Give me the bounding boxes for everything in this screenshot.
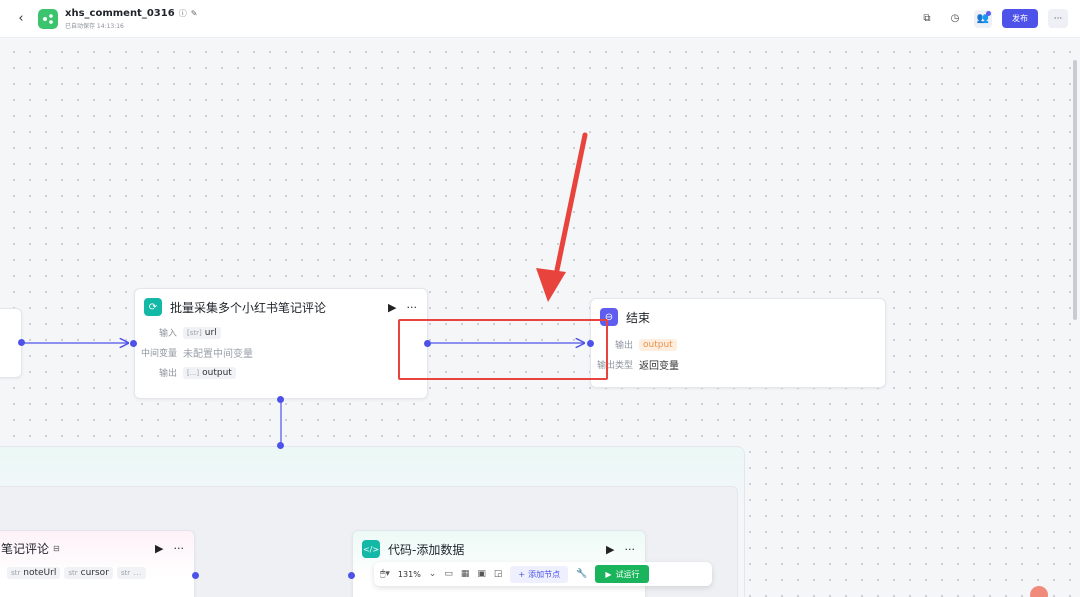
code-icon: </> xyxy=(362,540,380,558)
input-row: 输入 [str] url xyxy=(135,326,427,339)
back-icon[interactable]: ‹ xyxy=(10,8,32,30)
play-icon[interactable]: ▶ xyxy=(155,542,163,555)
minimap-icon[interactable]: ◲ xyxy=(494,569,503,579)
test-run-button[interactable]: ▶ 试运行 xyxy=(595,565,650,583)
end-node[interactable]: ⊖ 结束 输出 output 输出类型 返回变量 xyxy=(590,298,886,388)
bottom-toolbar: 🖱▾ 131% ⌄ ▭ ▦ ▣ ◲ + 添加节点 🔧 ▶ 试运行 xyxy=(374,562,712,586)
more-options-icon[interactable]: ··· xyxy=(1048,9,1068,28)
image-icon[interactable]: ▣ xyxy=(477,569,486,579)
add-node-label: 添加节点 xyxy=(528,569,561,579)
port-loop-in[interactable] xyxy=(130,340,137,347)
end-type-value: 返回变量 xyxy=(639,361,679,372)
test-run-label: 试运行 xyxy=(615,569,640,579)
badge-icon: ⊟ xyxy=(53,544,60,553)
input-tag: [str] url xyxy=(183,326,221,339)
chevron-down-icon[interactable]: ⌄ xyxy=(429,569,437,579)
copy-icon[interactable]: ⧉ xyxy=(918,10,936,28)
tag-value: noteUrl xyxy=(23,568,57,578)
play-icon[interactable]: ▶ xyxy=(606,543,614,556)
play-icon: ▶ xyxy=(605,569,612,579)
vertical-scrollbar[interactable] xyxy=(1073,60,1077,320)
input-label: 输入 xyxy=(158,329,177,339)
zoom-level[interactable]: 131% xyxy=(398,570,421,579)
loop-node[interactable]: ⟳ 批量采集多个小红书笔记评论 ▶ ··· 输入 [str] url 中间变量 未… xyxy=(134,288,428,399)
app-logo-icon xyxy=(38,8,58,29)
mid-var-label: 中间变量 xyxy=(140,349,177,359)
loop-node-title: 批量采集多个小红书笔记评论 xyxy=(170,300,327,315)
top-actions: ⧉ ◷ 👥 发布 ··· xyxy=(918,9,1068,28)
mid-var-row: 中间变量 未配置中间变量 xyxy=(135,345,427,360)
tag-value: ... xyxy=(133,568,142,578)
output-label: 输出 xyxy=(158,369,177,379)
comments-tags: str noteUrl str cursor str... xyxy=(7,567,194,579)
tag-cursor: str cursor xyxy=(64,567,113,579)
collaborators-icon[interactable]: 👥 xyxy=(974,9,992,28)
output-row: 输出 [...] output xyxy=(135,366,427,379)
input-value: url xyxy=(204,327,217,338)
comment-icon[interactable]: ▭ xyxy=(444,569,453,579)
layout-icon[interactable]: ▦ xyxy=(461,569,470,579)
tag-prefix: str xyxy=(68,569,78,577)
more-icon[interactable]: ··· xyxy=(407,301,418,314)
plus-icon: + xyxy=(518,569,526,579)
tag-note-url: str noteUrl xyxy=(7,567,61,579)
output-tag: [...] output xyxy=(183,366,236,379)
edit-icon[interactable]: ✎ xyxy=(191,9,198,18)
end-output-tag: output xyxy=(639,338,677,351)
assistant-avatar[interactable] xyxy=(1030,586,1048,597)
tag-prefix: str xyxy=(11,569,21,577)
history-icon[interactable]: ◷ xyxy=(946,10,964,28)
play-icon[interactable]: ▶ xyxy=(388,301,396,314)
port-loop-bottom[interactable] xyxy=(277,396,284,403)
port-loop-body[interactable] xyxy=(277,442,284,449)
output-type: [...] xyxy=(187,368,200,377)
top-bar: ‹ xhs_comment_0316 ⓘ ✎ 已自动保存 14:13:16 ⧉ … xyxy=(0,0,1080,38)
end-output-row: 输出 output xyxy=(591,338,885,351)
mouse-mode-icon[interactable]: 🖱▾ xyxy=(380,569,390,579)
port-code-in[interactable] xyxy=(348,572,355,579)
comments-node[interactable]: 笔记评论 ⊟ ▶ ··· str noteUrl str cursor str... xyxy=(0,530,195,597)
code-node-title: 代码-添加数据 xyxy=(388,542,465,557)
end-output-value: output xyxy=(643,339,673,350)
end-node-title: 结束 xyxy=(626,310,651,325)
tag-value: cursor xyxy=(80,568,109,578)
add-node-button[interactable]: + 添加节点 xyxy=(510,565,569,583)
mid-var-value: 未配置中间变量 xyxy=(183,349,253,360)
output-value: output xyxy=(202,367,232,378)
workflow-title: xhs_comment_0316 xyxy=(65,7,175,19)
more-icon[interactable]: ··· xyxy=(625,543,636,556)
notification-dot xyxy=(986,10,991,16)
info-icon[interactable]: ⓘ xyxy=(179,8,187,19)
end-type-row: 输出类型 返回变量 xyxy=(591,357,885,372)
annotation-highlight-box xyxy=(398,319,608,380)
title-block: xhs_comment_0316 ⓘ ✎ 已自动保存 14:13:16 xyxy=(65,8,197,30)
tag-prefix: str xyxy=(120,569,131,577)
publish-button[interactable]: 发布 xyxy=(1002,9,1038,28)
loop-icon: ⟳ xyxy=(144,298,162,316)
comments-node-title: 笔记评论 xyxy=(1,542,50,556)
port-comments-out[interactable] xyxy=(192,572,199,579)
wrench-icon[interactable]: 🔧 xyxy=(576,569,587,579)
tag-more: str... xyxy=(116,567,146,579)
autosave-status: 已自动保存 14:13:16 xyxy=(65,22,124,30)
more-icon[interactable]: ··· xyxy=(174,542,185,555)
input-type: [str] xyxy=(187,328,202,337)
port-start-out[interactable] xyxy=(18,339,25,346)
